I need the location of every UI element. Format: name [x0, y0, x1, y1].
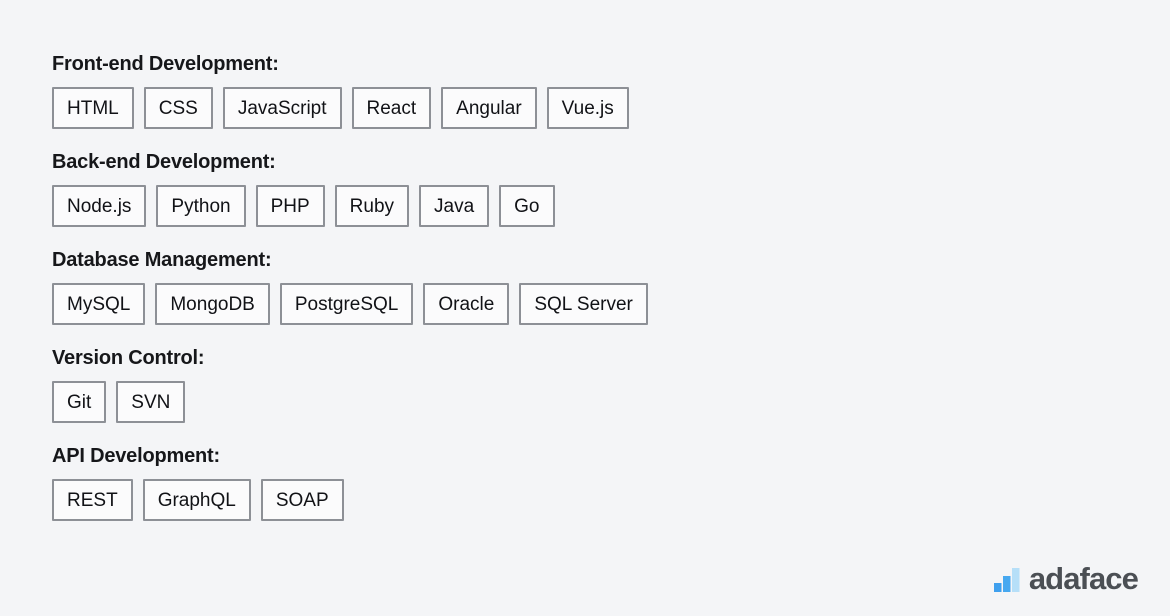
skill-chip[interactable]: MongoDB	[155, 283, 270, 325]
skill-chip[interactable]: Angular	[441, 87, 537, 129]
skill-chip-row: Git SVN	[52, 381, 1170, 423]
skills-page: Front-end Development: HTML CSS JavaScri…	[0, 0, 1170, 616]
skill-chip[interactable]: SVN	[116, 381, 186, 423]
skill-chip[interactable]: Oracle	[423, 283, 510, 325]
skill-chip[interactable]: MySQL	[52, 283, 146, 325]
skill-chip[interactable]: React	[351, 87, 432, 129]
skill-chip[interactable]: SOAP	[260, 479, 344, 521]
section-title: Back-end Development:	[52, 151, 276, 173]
skill-chip[interactable]: PHP	[255, 185, 325, 227]
skill-chip[interactable]: GraphQL	[142, 479, 251, 521]
skill-chip[interactable]: Go	[499, 185, 555, 227]
adaface-logo: adaface	[993, 561, 1139, 596]
section-title: API Development:	[52, 445, 220, 467]
skill-chip[interactable]: Ruby	[334, 185, 410, 227]
brand-wordmark: adaface	[1028, 561, 1139, 596]
skill-chip-row: MySQL MongoDB PostgreSQL Oracle SQL Serv…	[52, 283, 1170, 325]
skill-chip[interactable]: Vue.js	[546, 87, 629, 129]
section-back-end-development: Back-end Development: Node.js Python PHP…	[52, 150, 1170, 227]
section-front-end-development: Front-end Development: HTML CSS JavaScri…	[52, 52, 1170, 129]
skill-chip-row: REST GraphQL SOAP	[52, 479, 1170, 521]
skill-chip[interactable]: PostgreSQL	[279, 283, 414, 325]
skill-chip[interactable]: Python	[156, 185, 246, 227]
skill-chip[interactable]: Git	[52, 381, 107, 423]
skill-chip[interactable]: SQL Server	[519, 283, 648, 325]
skill-chip[interactable]: CSS	[143, 87, 213, 129]
section-version-control: Version Control: Git SVN	[52, 346, 1170, 423]
skill-chip[interactable]: Node.js	[52, 185, 147, 227]
skill-chip[interactable]: HTML	[52, 87, 134, 129]
section-title: Front-end Development:	[52, 53, 279, 75]
skill-chip-row: Node.js Python PHP Ruby Java Go	[52, 185, 1170, 227]
skill-chip[interactable]: REST	[52, 479, 133, 521]
section-title: Database Management:	[52, 249, 272, 271]
skill-chip[interactable]: Java	[419, 185, 490, 227]
bar-chart-icon	[993, 566, 1020, 592]
skill-chip-row: HTML CSS JavaScript React Angular Vue.js	[52, 87, 1170, 129]
skill-chip[interactable]: JavaScript	[222, 87, 342, 129]
section-title: Version Control:	[52, 347, 205, 369]
section-database-management: Database Management: MySQL MongoDB Postg…	[52, 248, 1170, 325]
section-api-development: API Development: REST GraphQL SOAP	[52, 444, 1170, 521]
